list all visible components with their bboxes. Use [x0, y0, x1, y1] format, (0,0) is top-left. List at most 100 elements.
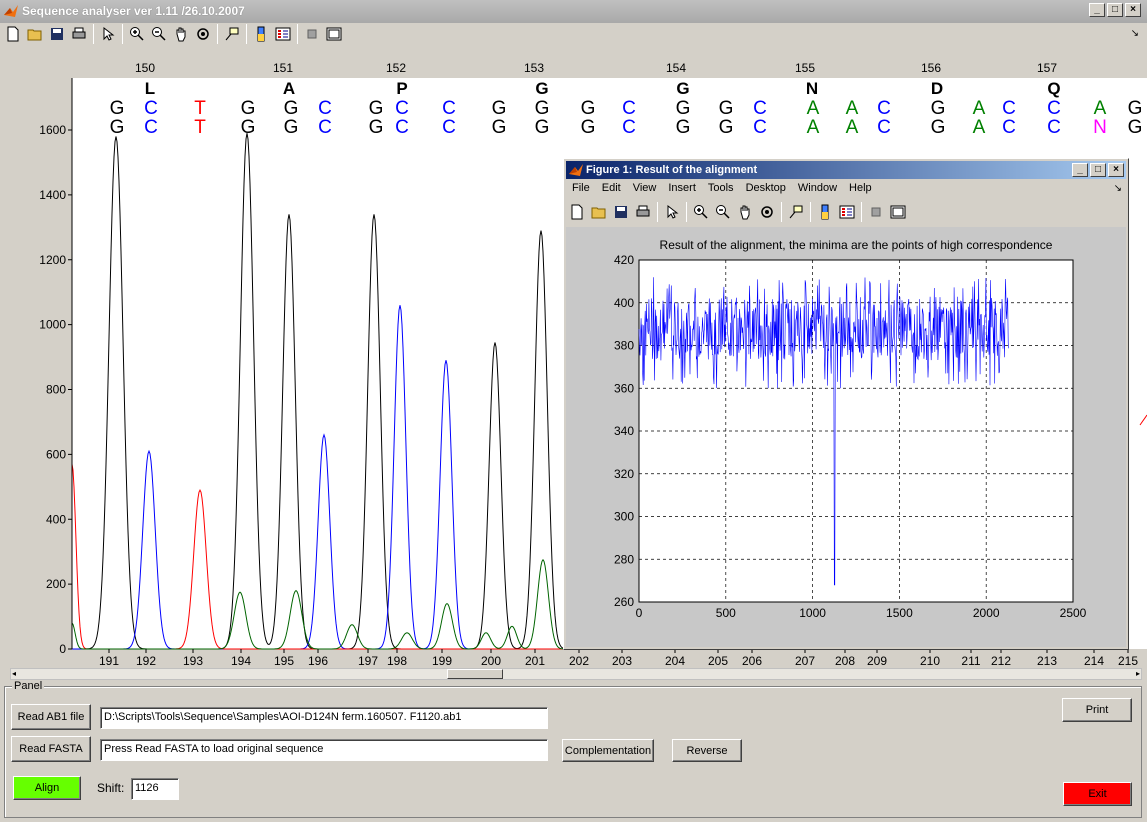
fig-pan-button[interactable] [734, 201, 756, 223]
open-folder-icon [27, 29, 42, 41]
hide-plot-tools-icon [307, 29, 317, 39]
fig-hide-plot-tools-button[interactable] [865, 201, 887, 223]
print-icon [72, 27, 86, 39]
base-letter: G [676, 117, 691, 138]
base-letter: A [973, 98, 986, 119]
menu-insert[interactable]: Insert [662, 180, 702, 198]
base-letter: G [535, 117, 550, 138]
pan-button[interactable] [170, 23, 192, 45]
show-plot-tools-icon [326, 27, 342, 41]
fasta-message-field[interactable]: Press Read FASTA to load original sequen… [100, 739, 548, 761]
fig-zoom-out-button[interactable] [712, 201, 734, 223]
open-button[interactable] [24, 23, 46, 45]
base-letter: C [395, 117, 409, 138]
toolbar-separator [861, 202, 862, 222]
reverse-button[interactable]: Reverse [672, 739, 742, 762]
menu-window[interactable]: Window [792, 180, 843, 198]
fig-new-file-button[interactable] [566, 201, 588, 223]
codon-number: 157 [1037, 61, 1057, 75]
fig-open-button[interactable] [588, 201, 610, 223]
fig-show-plot-tools-button[interactable] [887, 201, 909, 223]
main-window: Sequence analyser ver 1.11 /26.10.2007 _… [0, 0, 1147, 822]
zoom-in-button[interactable] [126, 23, 148, 45]
x-tick-label: 211 [961, 654, 980, 668]
x-tick-label: 2000 [973, 606, 1000, 620]
scroll-left-icon[interactable]: ◂ [12, 669, 16, 679]
x-tick-label: 207 [795, 654, 815, 668]
shift-label: Shift: [97, 781, 125, 795]
menu-view[interactable]: View [627, 180, 663, 198]
base-letter: C [1002, 98, 1016, 119]
base-letter: C [144, 117, 158, 138]
base-letter: C [1047, 98, 1061, 119]
base-letter: C [1002, 117, 1016, 138]
fig-legend-button[interactable] [836, 201, 858, 223]
minimize-button[interactable]: _ [1089, 3, 1105, 17]
save-button[interactable] [46, 23, 68, 45]
scrollbar-thumb[interactable] [447, 669, 503, 679]
ab1-path-field[interactable]: D:\Scripts\Tools\Sequence\Samples\AOI-D1… [100, 707, 548, 729]
exit-button[interactable]: Exit [1063, 782, 1132, 806]
read-ab1-button[interactable]: Read AB1 file [11, 704, 91, 730]
fig-save-button[interactable] [610, 201, 632, 223]
fig-pointer-button[interactable] [661, 201, 683, 223]
base-letter: G [241, 117, 256, 138]
chromatogram-scrollbar[interactable]: ◂ ▸ [10, 668, 1142, 680]
figure-minimize-button[interactable]: _ [1072, 163, 1088, 177]
base-letter: C [144, 98, 158, 119]
pointer-button[interactable] [97, 23, 119, 45]
figure-maximize-button[interactable]: □ [1090, 163, 1106, 177]
menu-desktop[interactable]: Desktop [740, 180, 792, 198]
hide-plot-tools-button[interactable] [301, 23, 323, 45]
y-tick-label: 200 [46, 577, 66, 591]
new-file-button[interactable] [2, 23, 24, 45]
menu-help[interactable]: Help [843, 180, 878, 198]
fig-print-button[interactable] [632, 201, 654, 223]
print-button[interactable] [68, 23, 90, 45]
scroll-right-icon[interactable]: ▸ [1136, 669, 1140, 679]
base-letter: A [807, 117, 820, 138]
figure-dock-arrow-icon[interactable]: ↘ [1114, 183, 1122, 194]
base-letter: C [877, 98, 891, 119]
fig-colorbar-button[interactable] [814, 201, 836, 223]
alignment-plot: Result of the alignment, the minima are … [566, 227, 1126, 647]
zoom-out-button[interactable] [148, 23, 170, 45]
read-fasta-button[interactable]: Read FASTA [11, 736, 91, 762]
menu-tools[interactable]: Tools [702, 180, 740, 198]
y-tick-label: 0 [59, 642, 66, 656]
fig-zoom-in-button[interactable] [690, 201, 712, 223]
toolbar-dock-arrow-icon[interactable]: ↘ [1131, 28, 1139, 39]
figure-close-button[interactable]: × [1108, 163, 1124, 177]
close-button[interactable]: × [1125, 3, 1141, 17]
toolbar-separator [810, 202, 811, 222]
hide-plot-tools-icon [871, 207, 881, 217]
x-tick-label: 213 [1037, 654, 1057, 668]
x-tick-label: 201 [525, 654, 545, 668]
maximize-button[interactable]: □ [1107, 3, 1123, 17]
fig-data-cursor-button[interactable] [785, 201, 807, 223]
toolbar-separator [217, 24, 218, 44]
amino-acid-letter: G [535, 79, 548, 98]
window-controls: _ □ × [1089, 3, 1141, 17]
base-letter: G [241, 98, 256, 119]
amino-acid-letter: Q [1047, 79, 1060, 98]
show-plot-tools-button[interactable] [323, 23, 345, 45]
show-plot-tools-icon [890, 205, 906, 219]
colorbar-button[interactable] [250, 23, 272, 45]
x-tick-label: 208 [835, 654, 855, 668]
menu-edit[interactable]: Edit [596, 180, 627, 198]
base-letter: T [194, 98, 206, 119]
zoom-in-icon [694, 205, 708, 219]
shift-input[interactable]: 1126 [131, 778, 179, 800]
complementation-button[interactable]: Complementation [562, 739, 654, 762]
x-tick-label: 199 [432, 654, 452, 668]
legend-button[interactable] [272, 23, 294, 45]
rotate-button[interactable] [192, 23, 214, 45]
data-cursor-button[interactable] [221, 23, 243, 45]
print-button[interactable]: Print [1062, 698, 1132, 722]
legend-icon [275, 27, 291, 41]
align-button[interactable]: Align [13, 776, 81, 800]
menu-file[interactable]: File [566, 180, 596, 198]
x-tick-label: 197 [358, 654, 378, 668]
fig-rotate-button[interactable] [756, 201, 778, 223]
